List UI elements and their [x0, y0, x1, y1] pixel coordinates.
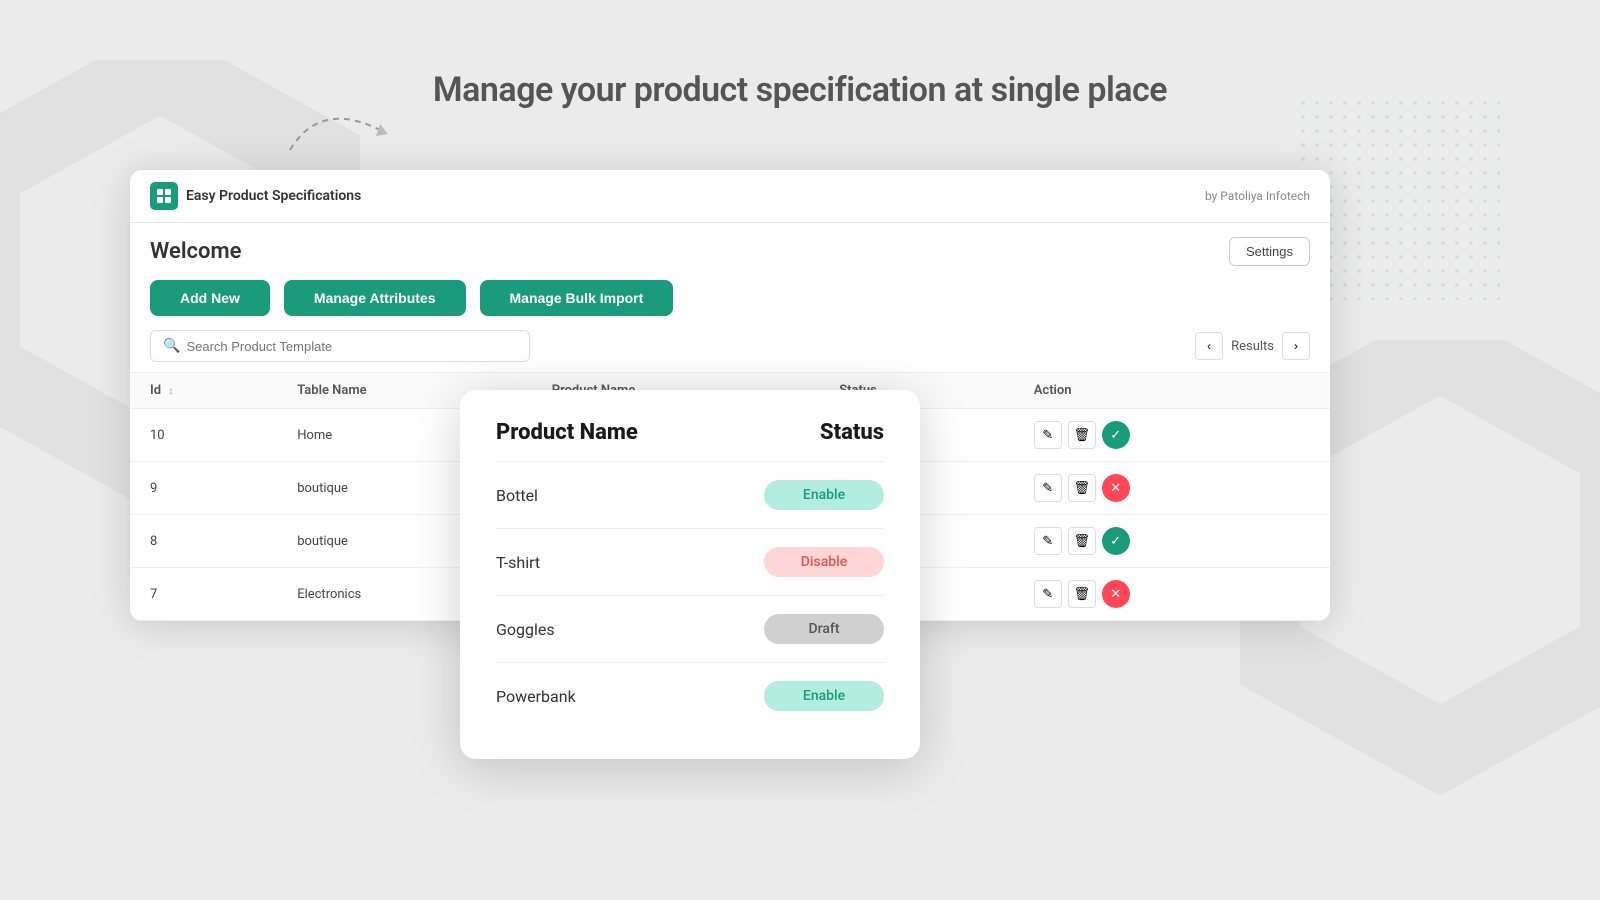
popup-col-product-header: Product Name [496, 420, 638, 445]
edit-button[interactable]: ✎ [1034, 474, 1062, 502]
page-title: Welcome [150, 239, 241, 264]
col-header-id: Id ↕ [130, 373, 277, 409]
search-box[interactable]: 🔍 [150, 330, 530, 362]
delete-button[interactable]: 🗑 [1068, 527, 1096, 555]
popup-header-row: Product Name Status [496, 420, 884, 462]
arrow-decoration [280, 80, 400, 180]
brand-name: Easy Product Specifications [186, 188, 361, 204]
reject-button[interactable]: ✕ [1102, 474, 1130, 502]
status-badge: Enable [764, 480, 884, 510]
pagination-prev-button[interactable]: ‹ [1195, 332, 1223, 360]
manage-attributes-button[interactable]: Manage Attributes [284, 280, 466, 316]
background: Manage your product specification at sin… [0, 0, 1600, 900]
app-brand: Easy Product Specifications [150, 182, 361, 210]
popup-card: Product Name Status Bottel Enable T-shir… [460, 390, 920, 759]
status-badge: Enable [764, 681, 884, 711]
cell-action: ✎ 🗑 ✕ [1014, 462, 1330, 515]
status-badge: Disable [764, 547, 884, 577]
col-header-action: Action [1014, 373, 1330, 409]
popup-col-status-header: Status [820, 420, 884, 445]
cell-id: 9 [130, 462, 277, 515]
search-results-row: 🔍 ‹ Results › [130, 330, 1330, 372]
popup-product-row: Powerbank Enable [496, 663, 884, 729]
action-buttons-row: Add New Manage Attributes Manage Bulk Im… [130, 280, 1330, 330]
delete-button[interactable]: 🗑 [1068, 474, 1096, 502]
app-header: Easy Product Specifications by Patoliya … [130, 170, 1330, 223]
sort-icon-id: ↕ [168, 386, 173, 397]
confirm-button[interactable]: ✓ [1102, 527, 1130, 555]
confirm-button[interactable]: ✓ [1102, 421, 1130, 449]
cell-id: 7 [130, 568, 277, 621]
status-badge: Draft [764, 614, 884, 644]
popup-product-name: Bottel [496, 486, 538, 505]
search-icon: 🔍 [163, 338, 180, 354]
popup-product-name: Goggles [496, 620, 555, 639]
search-input[interactable] [186, 339, 517, 354]
popup-product-name: T-shirt [496, 553, 540, 572]
brand-icon [150, 182, 178, 210]
add-new-button[interactable]: Add New [150, 280, 270, 316]
delete-button[interactable]: 🗑 [1068, 421, 1096, 449]
settings-button[interactable]: Settings [1229, 237, 1310, 266]
cell-action: ✎ 🗑 ✕ [1014, 568, 1330, 621]
pagination-controls: ‹ Results › [1195, 332, 1310, 360]
hero-title: Manage your product specification at sin… [433, 70, 1167, 110]
popup-product-name: Powerbank [496, 687, 576, 706]
app-toolbar: Welcome Settings [130, 223, 1330, 280]
delete-button[interactable]: 🗑 [1068, 580, 1096, 608]
edit-button[interactable]: ✎ [1034, 580, 1062, 608]
popup-product-row: Goggles Draft [496, 596, 884, 663]
cell-id: 8 [130, 515, 277, 568]
cell-action: ✎ 🗑 ✓ [1014, 409, 1330, 462]
manage-bulk-import-button[interactable]: Manage Bulk Import [480, 280, 674, 316]
cell-id: 10 [130, 409, 277, 462]
edit-button[interactable]: ✎ [1034, 527, 1062, 555]
edit-button[interactable]: ✎ [1034, 421, 1062, 449]
popup-product-row: Bottel Enable [496, 462, 884, 529]
by-label: by Patoliya Infotech [1205, 189, 1310, 203]
reject-button[interactable]: ✕ [1102, 580, 1130, 608]
popup-product-row: T-shirt Disable [496, 529, 884, 596]
bg-dots [1300, 100, 1500, 300]
cell-action: ✎ 🗑 ✓ [1014, 515, 1330, 568]
popup-rows-container: Bottel Enable T-shirt Disable Goggles Dr… [496, 462, 884, 729]
results-label: Results [1231, 339, 1274, 354]
pagination-next-button[interactable]: › [1282, 332, 1310, 360]
